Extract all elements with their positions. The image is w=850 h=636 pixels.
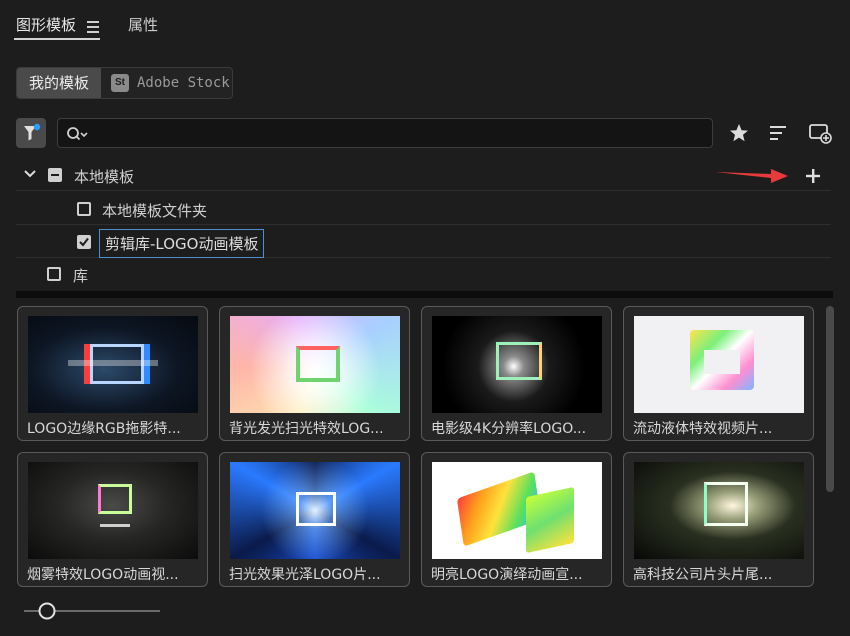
plus-icon[interactable] <box>805 168 821 184</box>
template-thumbnail <box>230 316 400 413</box>
search-field[interactable] <box>94 122 694 144</box>
template-card[interactable]: 扫光效果光泽LOGO片... <box>219 452 410 587</box>
template-label: 电影级4K分辨率LOGO... <box>431 421 587 437</box>
template-card[interactable]: LOGO边缘RGB拖影特... <box>17 306 208 441</box>
search-icon <box>67 127 88 141</box>
local-folder-label: 本地模板文件夹 <box>102 202 208 220</box>
template-label: 背光发光扫光特效LOG... <box>229 421 384 437</box>
annotation-arrow-icon <box>715 169 788 183</box>
template-card[interactable]: 烟雾特效LOGO动画视... <box>17 452 208 587</box>
checkmark-icon <box>79 237 89 247</box>
new-folder-icon[interactable] <box>808 121 832 145</box>
template-label: LOGO边缘RGB拖影特... <box>27 421 181 437</box>
stock-icon: St <box>111 74 129 92</box>
tree-row-jianji-library[interactable]: 剪辑库-LOGO动画模板 <box>16 226 831 258</box>
template-card[interactable]: 明亮LOGO演绎动画宣... <box>421 452 612 587</box>
template-label: 烟雾特效LOGO动画视... <box>27 567 179 583</box>
template-card[interactable]: 流动液体特效视频片... <box>623 306 814 441</box>
template-label: 高科技公司片头片尾... <box>633 567 773 583</box>
template-thumbnail <box>634 462 804 559</box>
template-thumbnail <box>28 462 198 559</box>
scrollbar-thumb[interactable] <box>826 306 834 492</box>
library-checkbox[interactable] <box>47 267 61 281</box>
tree-row-library[interactable]: 库 <box>16 258 831 290</box>
template-label: 明亮LOGO演绎动画宣... <box>431 567 583 583</box>
search-input[interactable] <box>57 118 713 148</box>
tree-row-local-templates[interactable]: 本地模板 <box>16 159 831 191</box>
local-folder-checkbox[interactable] <box>77 202 91 216</box>
chevron-down-icon[interactable] <box>23 168 37 180</box>
tree-grid-divider <box>16 291 833 298</box>
template-thumbnail <box>634 316 804 413</box>
template-card[interactable]: 电影级4K分辨率LOGO... <box>421 306 612 441</box>
local-templates-checkbox[interactable] <box>48 168 62 182</box>
active-tab-underline <box>14 38 100 40</box>
template-thumbnail <box>28 316 198 413</box>
template-thumbnail <box>432 316 602 413</box>
adobe-stock-button[interactable]: St Adobe Stock <box>111 68 230 98</box>
my-templates-button[interactable]: 我的模板 <box>17 68 101 98</box>
template-thumbnail <box>432 462 602 559</box>
template-label: 流动液体特效视频片... <box>633 421 773 437</box>
tab-properties[interactable]: 属性 <box>128 14 158 35</box>
star-icon[interactable] <box>727 121 751 145</box>
jianji-library-label[interactable]: 剪辑库-LOGO动画模板 <box>99 229 265 258</box>
template-card[interactable]: 背光发光扫光特效LOG... <box>219 306 410 441</box>
thumbnail-size-slider[interactable] <box>24 602 160 620</box>
tree-row-local-folder[interactable]: 本地模板文件夹 <box>16 193 831 225</box>
local-templates-label: 本地模板 <box>74 168 135 186</box>
jianji-library-checkbox[interactable] <box>77 235 91 249</box>
filter-button[interactable] <box>16 118 46 148</box>
template-thumbnail <box>230 462 400 559</box>
adobe-stock-label: Adobe Stock <box>137 75 230 91</box>
panel-menu-icon[interactable] <box>87 21 99 36</box>
source-selector: 我的模板 St Adobe Stock <box>16 67 233 99</box>
template-label: 扫光效果光泽LOGO片... <box>229 567 381 583</box>
filter-icon <box>24 123 41 141</box>
sort-icon[interactable] <box>767 121 791 145</box>
template-card[interactable]: 高科技公司片头片尾... <box>623 452 814 587</box>
tab-essential-graphics[interactable]: 图形模板 <box>16 14 76 35</box>
library-label: 库 <box>73 267 89 285</box>
